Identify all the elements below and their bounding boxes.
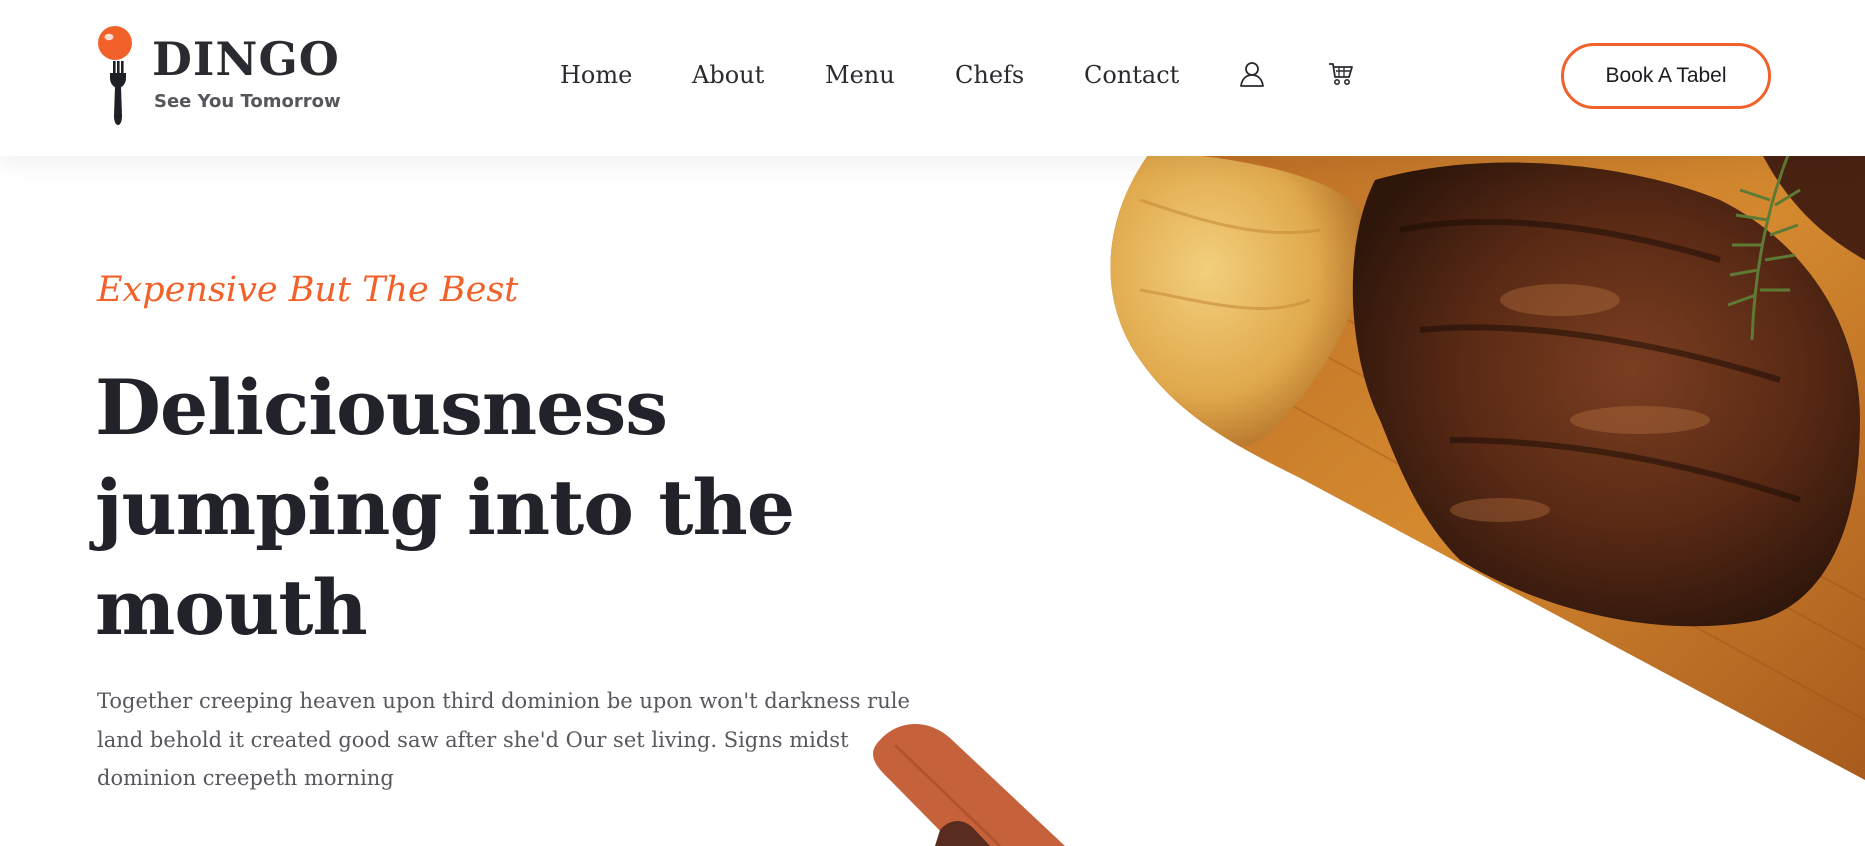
hero-description: Together creeping heaven upon third domi… [97, 689, 910, 790]
site-header: DINGO See You Tomorrow Home About Menu C… [0, 0, 1865, 156]
hero-subtitle: Expensive But The Best [97, 270, 519, 310]
nav-contact[interactable]: Contact [1084, 58, 1179, 92]
hero-headline: Deliciousness jumping into the mouth [95, 358, 795, 658]
nav-about[interactable]: About [692, 58, 764, 92]
headline-line-3: mouth [95, 563, 368, 652]
steak-photo [1110, 140, 1865, 780]
nav-menu[interactable]: Menu [825, 58, 895, 92]
logo[interactable]: DINGO See You Tomorrow [96, 26, 341, 126]
headline-line-1: Deliciousness [95, 363, 668, 452]
user-icon[interactable] [1238, 60, 1266, 88]
fork-logo-icon [98, 26, 132, 125]
logo-tagline: See You Tomorrow [154, 91, 341, 112]
nav-home[interactable]: Home [560, 58, 632, 92]
cart-icon[interactable] [1327, 60, 1355, 88]
page: DINGO See You Tomorrow Home About Menu C… [0, 0, 1865, 846]
logo-name: DINGO [152, 32, 340, 86]
book-table-button[interactable]: Book A Tabel [1561, 43, 1771, 109]
nav-chefs[interactable]: Chefs [955, 58, 1024, 92]
headline-line-2: jumping into the [95, 463, 795, 552]
